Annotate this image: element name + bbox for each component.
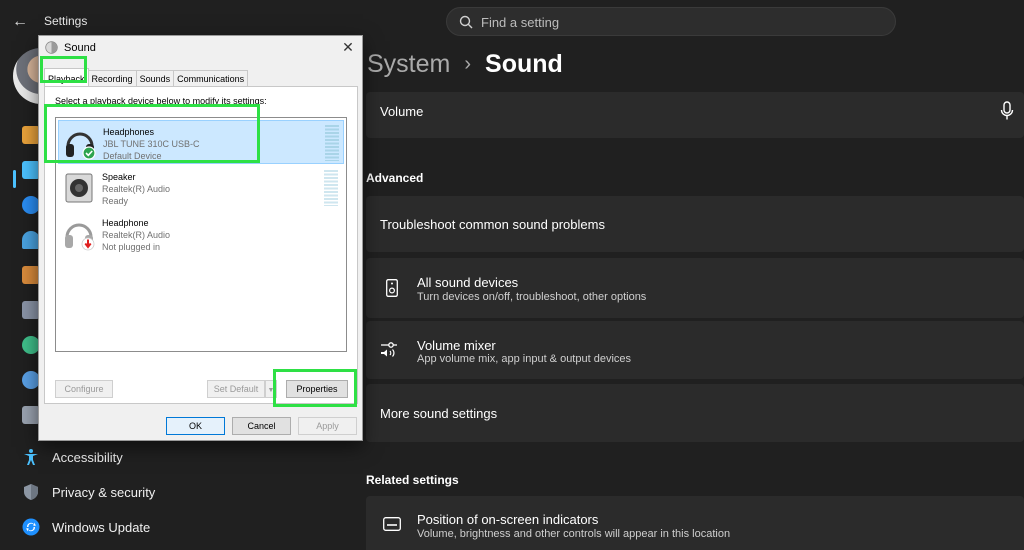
active-indicator — [13, 170, 16, 188]
chevron-right-icon: › — [464, 53, 472, 75]
all-sound-devices-subtitle: Turn devices on/off, troubleshoot, other… — [417, 291, 647, 303]
set-default-dropdown[interactable]: ▼ — [265, 380, 277, 398]
onscreen-indicators-subtitle: Volume, brightness and other controls wi… — [417, 528, 731, 540]
volume-card[interactable]: Volume — [366, 92, 1024, 138]
more-sound-settings-label: More sound settings — [380, 406, 498, 421]
windows-update-icon — [22, 518, 40, 536]
all-sound-devices-title: All sound devices — [417, 275, 519, 290]
breadcrumb-parent[interactable]: System — [367, 50, 450, 79]
volume-mixer-subtitle: App volume mix, app input & output devic… — [417, 353, 632, 365]
headphones-icon — [66, 132, 96, 160]
playback-panel: Select a playback device below to modify… — [44, 86, 358, 404]
back-arrow-icon[interactable]: ← — [12, 13, 28, 31]
sidebar-item-accessibility[interactable]: Accessibility — [22, 445, 123, 469]
all-sound-devices-card[interactable]: All sound devices Turn devices on/off, t… — [366, 258, 1024, 318]
troubleshoot-card[interactable]: Troubleshoot common sound problems — [366, 196, 1024, 252]
sidebar-item-label: Privacy & security — [52, 484, 156, 500]
related-settings-header: Related settings — [366, 473, 459, 487]
sidebar-item-label: Windows Update — [52, 519, 151, 535]
device-model: JBL TUNE 310C USB-C — [103, 139, 200, 149]
onscreen-indicators-card[interactable]: Position of on-screen indicators Volume,… — [366, 496, 1024, 550]
tab-playback[interactable]: Playback — [44, 68, 89, 87]
volume-mixer-title: Volume mixer — [417, 338, 496, 353]
speaker-device-icon — [65, 173, 93, 203]
ok-button[interactable]: OK — [166, 417, 225, 435]
device-model: Realtek(R) Audio — [102, 230, 171, 240]
chevron-down-icon: ▼ — [267, 387, 275, 394]
device-name: Speaker — [102, 172, 136, 182]
window-title: Settings — [44, 14, 88, 28]
close-icon[interactable]: ✕ — [339, 39, 357, 56]
search-input[interactable] — [481, 13, 881, 31]
device-name: Headphone — [102, 218, 149, 228]
breadcrumb: System › Sound — [367, 50, 563, 79]
microphone-icon[interactable] — [1000, 101, 1014, 121]
device-model: Realtek(R) Audio — [102, 184, 171, 194]
device-list: Headphones JBL TUNE 310C USB-C Default D… — [55, 117, 347, 352]
volume-mixer-icon — [381, 342, 397, 357]
device-status: Not plugged in — [102, 242, 161, 252]
volume-label: Volume — [380, 104, 424, 119]
cancel-button[interactable]: Cancel — [232, 417, 291, 435]
configure-button[interactable]: Configure — [55, 380, 113, 398]
volume-level-meter — [325, 125, 339, 161]
sidebar-item-windows-update[interactable]: Windows Update — [22, 515, 150, 539]
headphone-unplugged-icon — [65, 223, 95, 251]
more-sound-settings-card[interactable]: More sound settings — [366, 384, 1024, 442]
dialog-tabs: Playback Recording Sounds Communications — [44, 68, 249, 87]
device-name: Headphones — [103, 127, 155, 137]
tab-communications[interactable]: Communications — [173, 70, 249, 87]
device-status: Ready — [102, 196, 129, 206]
dialog-title: Sound — [64, 42, 96, 54]
device-status: Default Device — [103, 151, 162, 161]
display-indicator-icon — [383, 517, 401, 531]
device-item-headphones-jbl[interactable]: Headphones JBL TUNE 310C USB-C Default D… — [58, 120, 344, 164]
troubleshoot-label: Troubleshoot common sound problems — [380, 217, 605, 232]
set-default-button[interactable]: Set Default — [207, 380, 265, 398]
advanced-header: Advanced — [366, 171, 424, 185]
search-box[interactable] — [446, 7, 896, 36]
sidebar-item-privacy[interactable]: Privacy & security — [22, 480, 155, 504]
device-item-speaker[interactable]: Speaker Realtek(R) Audio Ready — [58, 166, 344, 210]
speaker-icon — [386, 279, 398, 297]
page-title: Sound — [485, 50, 563, 78]
onscreen-indicators-title: Position of on-screen indicators — [417, 512, 599, 527]
tab-sounds[interactable]: Sounds — [135, 70, 175, 87]
shield-icon — [24, 484, 38, 500]
tab-recording[interactable]: Recording — [87, 70, 137, 87]
sidebar-item-label: Accessibility — [52, 449, 123, 465]
sound-dialog: Sound ✕ Playback Recording Sounds Commun… — [38, 35, 363, 441]
sound-speaker-icon — [45, 41, 58, 54]
accessibility-icon — [24, 449, 38, 465]
device-item-headphone-realtek[interactable]: Headphone Realtek(R) Audio Not plugged i… — [58, 212, 344, 256]
properties-button[interactable]: Properties — [286, 380, 348, 398]
volume-level-meter — [324, 170, 338, 206]
search-icon — [459, 15, 473, 29]
apply-button[interactable]: Apply — [298, 417, 357, 435]
instruction-text: Select a playback device below to modify… — [55, 96, 267, 106]
volume-mixer-card[interactable]: Volume mixer App volume mix, app input &… — [366, 321, 1024, 379]
